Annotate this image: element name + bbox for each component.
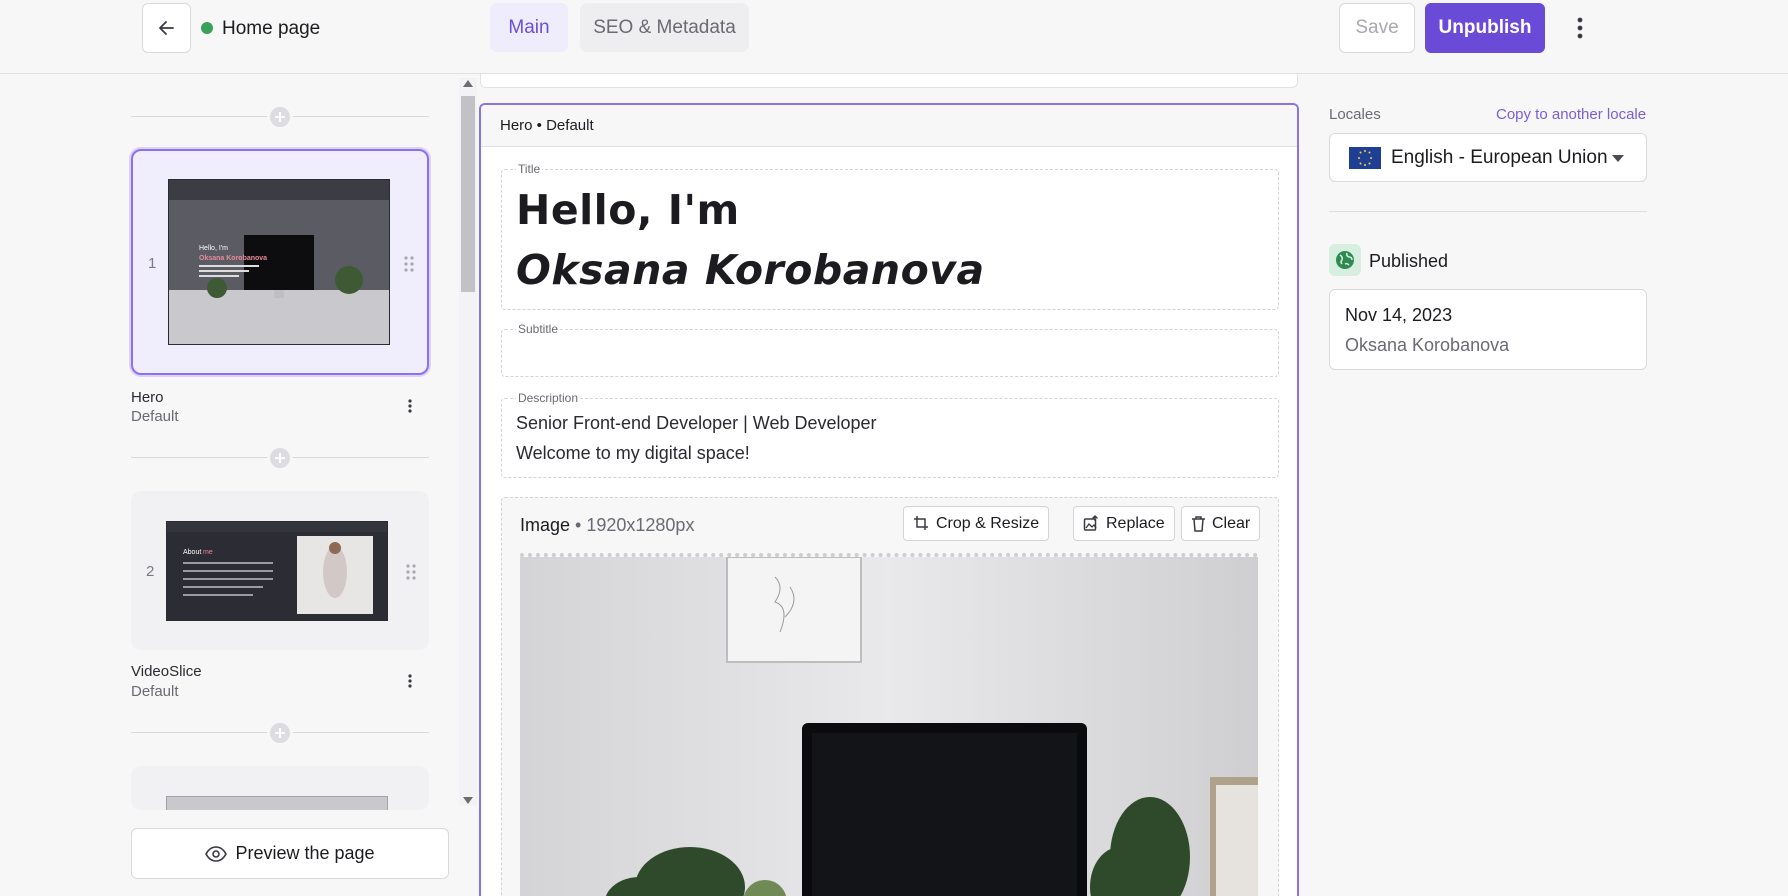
slice-options-icon[interactable] [400,671,420,691]
right-panel-divider [1329,211,1647,212]
clear-label: Clear [1212,514,1251,532]
slice-card-partial[interactable] [131,766,429,810]
crop-resize-label: Crop & Resize [936,514,1040,532]
drag-handle-icon[interactable] [405,563,417,581]
plus-icon [275,728,285,738]
add-slice-divider [131,104,429,130]
slice-name-hero: Hero [131,389,164,406]
description-field-label: Description [516,391,581,405]
page-title: Home page [222,18,321,39]
title-line-1[interactable]: Hello, I'm [516,186,740,234]
slice-thumbnail-partial [166,796,388,810]
thumb-hero-line1: Hello, I'm [199,245,228,252]
image-field: Image • 1920x1280px Crop & Resize Replac… [501,497,1279,896]
thumb-hero-line2: Oksana Korobanova [199,255,267,262]
editor-header-title: Hero • Default [500,117,594,134]
title-field-label: Title [516,162,543,176]
replace-label: Replace [1106,514,1165,532]
clear-button[interactable]: Clear [1181,506,1261,541]
add-slice-divider [131,720,429,746]
eye-icon [205,845,228,862]
plus-icon [275,453,285,463]
save-button[interactable]: Save [1339,3,1415,53]
slice-thumbnail-hero: Hello, I'm Oksana Korobanova [168,179,390,345]
drag-handle-icon[interactable] [403,255,415,273]
slice-card-hero[interactable]: 1 Hello, I'm Oksana Korobanova [131,149,429,375]
add-slice-button[interactable] [267,104,293,130]
editor-header: Hero • Default [481,105,1297,147]
scroll-up-arrow-icon[interactable] [463,80,473,87]
image-dimensions: • 1920x1280px [575,515,695,535]
slice-card-videoslice[interactable]: 2 About me [131,491,429,650]
globe-icon [1329,244,1361,276]
crop-icon [914,516,928,530]
slice-editor-hero: Hero • Default Title Hello, I'm Oksana K… [479,103,1299,896]
replace-button[interactable]: Replace [1073,506,1175,541]
subtitle-field[interactable]: Subtitle [501,322,1279,377]
eu-flag-icon [1349,147,1381,169]
locale-select[interactable]: English - European Union [1329,133,1647,182]
scroll-thumb[interactable] [461,96,475,292]
description-field[interactable]: Description Senior Front-end Developer |… [501,391,1279,478]
thumb-about-title-b: me [203,549,213,556]
tab-main[interactable]: Main [490,3,568,52]
thumb-about-title-a: About [183,549,201,556]
arrow-left-icon [158,21,174,35]
locale-value: English - European Union [1391,147,1608,168]
publish-date: Nov 14, 2023 [1345,305,1453,325]
add-slice-button[interactable] [267,445,293,471]
slice-variant-videoslice: Default [131,683,179,700]
copy-to-locale-link[interactable]: Copy to another locale [1496,106,1646,123]
add-slice-button[interactable] [267,720,293,746]
status-dot [201,22,213,34]
subtitle-field-label: Subtitle [516,322,561,336]
chevron-down-icon [1612,155,1624,162]
trash-icon [1192,516,1205,532]
add-slice-divider [131,445,429,471]
scroll-down-arrow-icon[interactable] [463,797,473,804]
crop-resize-button[interactable]: Crop & Resize [903,506,1050,541]
description-line-1[interactable]: Senior Front-end Developer | Web Develop… [516,413,877,434]
published-status: Published [1369,251,1449,271]
image-field-label: Image • 1920x1280px [520,515,694,536]
slice-variant-hero: Default [131,408,179,425]
slice-options-icon[interactable] [400,396,420,416]
top-bar: Home page Main SEO & Metadata Save Unpub… [0,0,1788,74]
replace-image-icon [1083,515,1098,531]
plus-icon [275,112,285,122]
slice-list-scrollbar[interactable] [459,78,477,806]
slice-thumbnail-videoslice: About me [166,521,388,621]
slice-number: 2 [146,563,155,580]
back-button[interactable] [142,3,191,53]
unpublish-button[interactable]: Unpublish [1425,3,1545,53]
publish-author: Oksana Korobanova [1345,335,1510,355]
locales-label: Locales [1329,106,1381,123]
title-field[interactable]: Title Hello, I'm Oksana Korobanova [501,162,1279,310]
more-options-icon[interactable] [1568,14,1592,42]
slice-name-videoslice: VideoSlice [131,663,202,680]
tab-seo-metadata[interactable]: SEO & Metadata [580,3,749,52]
previous-slice-card [480,74,1298,88]
publish-info-card: Nov 14, 2023 Oksana Korobanova [1329,289,1647,370]
title-line-2[interactable]: Oksana Korobanova [516,246,985,294]
slice-number: 1 [148,255,157,272]
image-label-text: Image [520,515,571,535]
preview-page-button[interactable]: Preview the page [131,828,449,879]
description-line-2[interactable]: Welcome to my digital space! [516,443,750,464]
preview-label: Preview the page [235,843,375,863]
hero-image-preview[interactable] [520,553,1258,896]
